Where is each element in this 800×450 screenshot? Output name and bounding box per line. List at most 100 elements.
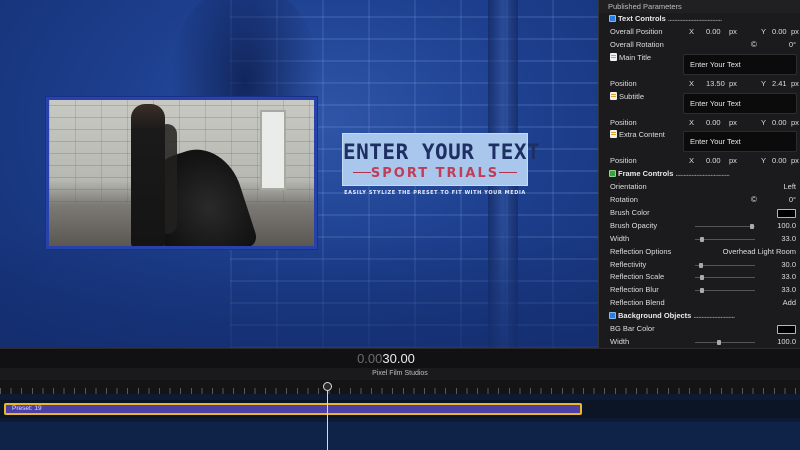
y-unit: px (791, 78, 799, 88)
param-reflection-scale[interactable]: Reflection Scale 33.0 (599, 271, 800, 284)
slider-knob[interactable] (700, 275, 705, 281)
param-label: Extra Content (619, 130, 665, 140)
extra-content-field[interactable]: Enter Your Text (683, 131, 797, 153)
slider-knob[interactable] (700, 236, 705, 242)
checkbox-icon[interactable] (609, 170, 616, 178)
param-brush-opacity[interactable]: Brush Opacity 100.0 (599, 220, 800, 233)
checkbox-icon[interactable] (609, 312, 616, 320)
param-extra-content[interactable]: Extra Content Enter Your Text (599, 129, 800, 155)
param-reflection-blend[interactable]: Reflection Blend Add (599, 297, 800, 310)
param-reflectivity[interactable]: Reflectivity 30.0 (599, 259, 800, 272)
subtitle-field[interactable]: Enter Your Text (683, 92, 797, 114)
param-brush-color[interactable]: Brush Color (599, 207, 800, 220)
param-bg-bar-color[interactable]: BG Bar Color (599, 323, 800, 336)
bg-width-value[interactable]: 100.0 (777, 336, 796, 348)
reflection-scale-slider[interactable] (695, 275, 755, 281)
framed-video-inset[interactable] (46, 97, 317, 249)
slider-knob[interactable] (700, 288, 705, 294)
reflection-options-popup[interactable]: Overhead Light Room (723, 246, 796, 259)
brush-opacity-value[interactable]: 100.0 (777, 220, 796, 233)
y-value[interactable]: 0.00 (772, 155, 787, 168)
param-label: Overall Position (610, 26, 663, 36)
reflection-blur-value[interactable]: 33.0 (781, 284, 796, 297)
main-title-field[interactable]: Enter Your Text (683, 53, 797, 75)
param-main-title[interactable]: Main Title Enter Your Text (599, 52, 800, 78)
param-label: Reflection Blend (610, 298, 665, 308)
section-frame-controls-label: Frame Controls (618, 169, 674, 179)
param-label-wrap: Subtitle (610, 91, 645, 101)
param-label: Subtitle (619, 91, 645, 101)
param-extra-position[interactable]: Position X 0.00 px Y 0.00 px (599, 155, 800, 168)
section-text-controls-label: Text Controls (618, 14, 666, 23)
param-width[interactable]: Width 33.0 (599, 233, 800, 246)
reflectivity-slider[interactable] (695, 262, 755, 268)
param-rotation[interactable]: Rotation © 0° (599, 194, 800, 207)
title-card[interactable]: ENTER YOUR TEXT SPORT TRIALS (342, 133, 541, 186)
param-overall-position[interactable]: Overall Position X 0.00 px Y 0.00 px (599, 26, 800, 39)
param-bg-width[interactable]: Width 100.0 (599, 336, 800, 348)
brush-opacity-slider[interactable] (695, 223, 755, 229)
section-text-controls[interactable]: Text Controls ..........................… (599, 13, 800, 26)
inspector-panel[interactable]: Published Parameters Text Controls .....… (598, 0, 800, 348)
timeline-clip[interactable]: Preset: 19 (4, 403, 582, 415)
x-unit: px (729, 78, 737, 88)
title-main-text: ENTER YOUR TEXT (343, 140, 541, 164)
x-label: X (689, 26, 695, 36)
slider-knob[interactable] (750, 223, 754, 229)
y-label: Y (761, 156, 767, 166)
orientation-popup[interactable]: Left (783, 181, 796, 194)
param-orientation[interactable]: Orientation Left (599, 181, 800, 194)
bg-width-slider[interactable] (695, 339, 755, 345)
reflection-blend-popup[interactable]: Add (783, 297, 796, 310)
section-background-objects-label: Background Objects (618, 311, 692, 321)
video-still (49, 100, 314, 246)
param-subtitle[interactable]: Subtitle Enter Your Text (599, 91, 800, 117)
x-value[interactable]: 0.00 (706, 117, 721, 130)
param-label: Orientation (610, 182, 647, 192)
x-value[interactable]: 0.00 (706, 155, 721, 168)
canvas-viewer[interactable]: ENTER YOUR TEXT SPORT TRIALS EASILY STYL… (0, 0, 598, 348)
reflectivity-value[interactable]: 30.0 (781, 259, 796, 272)
rotation-dial-icon[interactable]: © (751, 194, 757, 207)
param-main-position[interactable]: Position X 13.50 px Y 2.41 px (599, 78, 800, 91)
x-unit: px (729, 26, 737, 36)
y-value[interactable]: 0.00 (772, 117, 787, 130)
bg-bar-color-swatch[interactable] (777, 325, 796, 335)
rotation-value[interactable]: 0° (789, 194, 796, 207)
param-reflection-blur[interactable]: Reflection Blur 33.0 (599, 284, 800, 297)
param-label: Position (610, 156, 637, 166)
y-value[interactable]: 0.00 (772, 26, 787, 39)
section-background-objects[interactable]: Background Objects .....................… (599, 310, 800, 323)
param-label-wrap: Main Title (610, 52, 651, 62)
param-reflection-options[interactable]: Reflection Options Overhead Light Room (599, 246, 800, 259)
y-label: Y (761, 26, 767, 36)
timecode-display[interactable]: 0.0030.00 (357, 351, 415, 366)
section-frame-controls[interactable]: Frame Controls .........................… (599, 168, 800, 181)
x-label: X (689, 156, 695, 166)
slider-knob[interactable] (699, 262, 703, 268)
rotation-value[interactable]: 0° (789, 39, 796, 52)
rotation-dial-icon[interactable]: © (751, 39, 757, 52)
text-file-icon (610, 130, 617, 139)
param-label: Rotation (610, 195, 638, 205)
playhead-line[interactable] (327, 384, 328, 450)
inset-window (260, 110, 286, 190)
slider-knob[interactable] (717, 339, 721, 345)
param-label: Reflection Blur (610, 285, 659, 295)
y-unit: px (791, 117, 799, 127)
param-subtitle-position[interactable]: Position X 0.00 px Y 0.00 px (599, 117, 800, 130)
playhead-handle[interactable] (323, 382, 332, 391)
reflection-scale-value[interactable]: 33.0 (781, 271, 796, 284)
brush-color-swatch[interactable] (777, 209, 796, 219)
x-label: X (689, 78, 695, 88)
timeline-ruler[interactable] (0, 380, 800, 394)
checkbox-icon[interactable] (609, 15, 616, 22)
text-file-icon (610, 52, 617, 61)
x-value[interactable]: 0.00 (706, 26, 721, 39)
x-value[interactable]: 13.50 (706, 78, 725, 91)
width-slider[interactable] (695, 236, 755, 242)
reflection-blur-slider[interactable] (695, 288, 755, 294)
param-overall-rotation[interactable]: Overall Rotation © 0° (599, 39, 800, 52)
width-value[interactable]: 33.0 (781, 233, 796, 246)
y-value[interactable]: 2.41 (772, 78, 787, 91)
